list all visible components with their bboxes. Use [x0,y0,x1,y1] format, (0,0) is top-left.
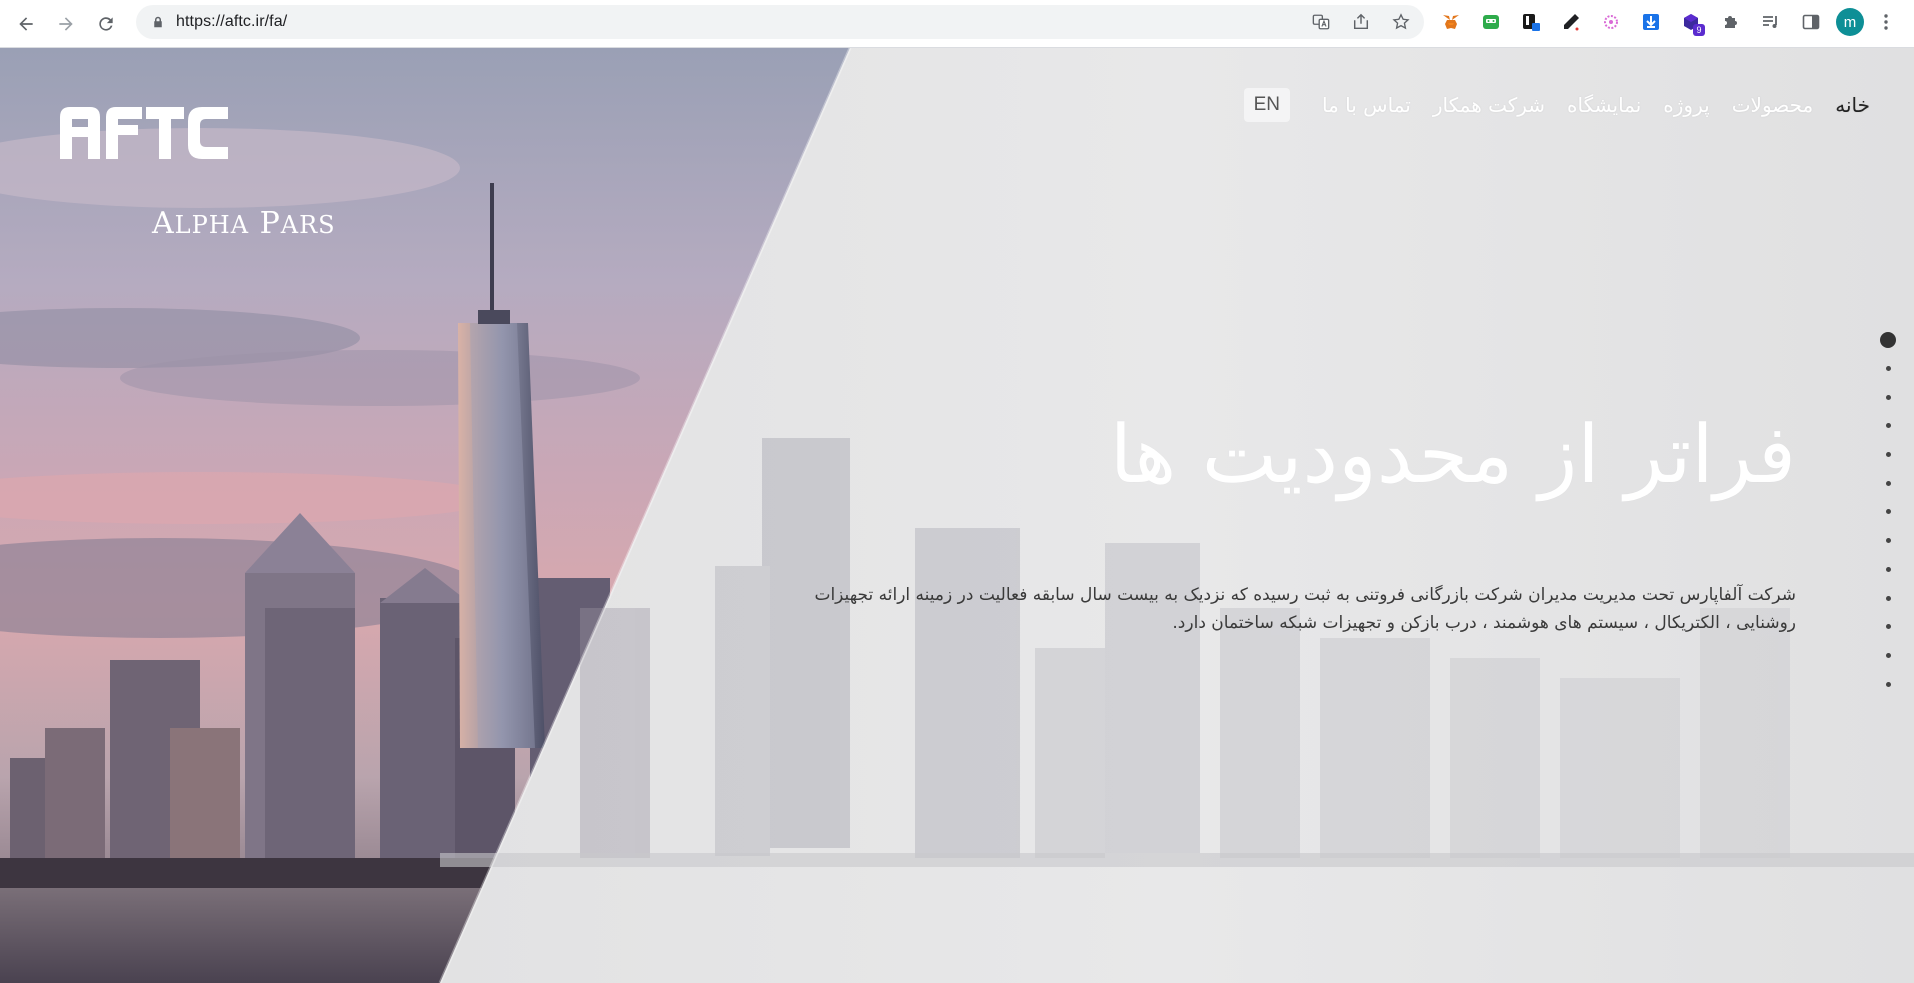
extension-badge: 9 [1693,24,1705,36]
slider-dot[interactable] [1885,566,1891,572]
nav-item-contact[interactable]: تماس با ما [1322,93,1411,117]
logo-wordmark: ALPHA PARS [152,206,336,241]
url-text[interactable]: https://aftc.ir/fa/ [176,13,287,31]
hero-description: شرکت آلفاپارس تحت مدیریت مدیران شرکت باز… [814,585,1796,633]
translate-icon[interactable] [1308,9,1334,35]
bookmark-star-icon[interactable] [1388,9,1414,35]
slider-dot[interactable] [1885,652,1891,658]
profile-avatar[interactable]: m [1836,8,1864,36]
browser-toolbar: https://aftc.ir/fa/ 9 m [0,0,1914,48]
share-icon[interactable] [1348,9,1374,35]
nav-item-partners[interactable]: شرکت همکار [1433,93,1545,117]
slider-dot[interactable] [1880,332,1896,348]
slider-dot[interactable] [1885,595,1891,601]
forward-button[interactable] [46,4,86,44]
puzzle-piece-icon[interactable] [1716,7,1746,37]
nav-item-project[interactable]: پروژه [1663,93,1709,117]
slider-dot[interactable] [1885,681,1891,687]
slider-dot[interactable] [1885,423,1891,429]
purple-cube-icon[interactable]: 9 [1676,7,1706,37]
address-bar[interactable]: https://aftc.ir/fa/ [136,5,1424,39]
metamask-fox-icon[interactable] [1436,7,1466,37]
pink-flower-icon[interactable] [1596,7,1626,37]
slider-dot[interactable] [1885,394,1891,400]
slider-dot[interactable] [1885,480,1891,486]
slider-dot[interactable] [1885,624,1891,630]
back-button[interactable] [6,4,46,44]
slider-dot[interactable] [1885,538,1891,544]
slider-pagination [1880,332,1896,698]
slider-dot[interactable] [1885,509,1891,515]
language-switch-button[interactable]: EN [1243,88,1290,122]
lock-icon[interactable] [150,14,166,30]
slider-dot[interactable] [1885,452,1891,458]
site-logo[interactable]: ALPHA PARS [60,96,390,246]
hero-headline: فراتر از محدودیت ها [1109,408,1798,501]
green-robot-icon[interactable] [1476,7,1506,37]
side-panel-icon[interactable] [1796,7,1826,37]
aftc-logo-mark [60,107,228,159]
browser-menu-icon[interactable] [1874,7,1898,37]
nav-item-home[interactable]: خانه [1835,93,1870,117]
pdf-extension-icon[interactable] [1516,7,1546,37]
main-navigation: EN تماس با ما شرکت همکار نمایشگاه پروژه … [1243,88,1870,122]
reload-icon [99,16,113,31]
forward-arrow-icon [59,16,73,31]
back-arrow-icon [19,16,33,31]
nav-item-showroom[interactable]: نمایشگاه [1567,93,1641,117]
nav-item-products[interactable]: محصولات [1732,93,1814,117]
reload-button[interactable] [86,4,126,44]
slider-dot[interactable] [1885,366,1891,371]
hero-section: ALPHA PARS EN تماس با ما شرکت همکار نمای… [0,48,1914,983]
download-arrow-icon[interactable] [1636,7,1666,37]
color-picker-icon[interactable] [1556,7,1586,37]
media-playlist-icon[interactable] [1756,7,1786,37]
